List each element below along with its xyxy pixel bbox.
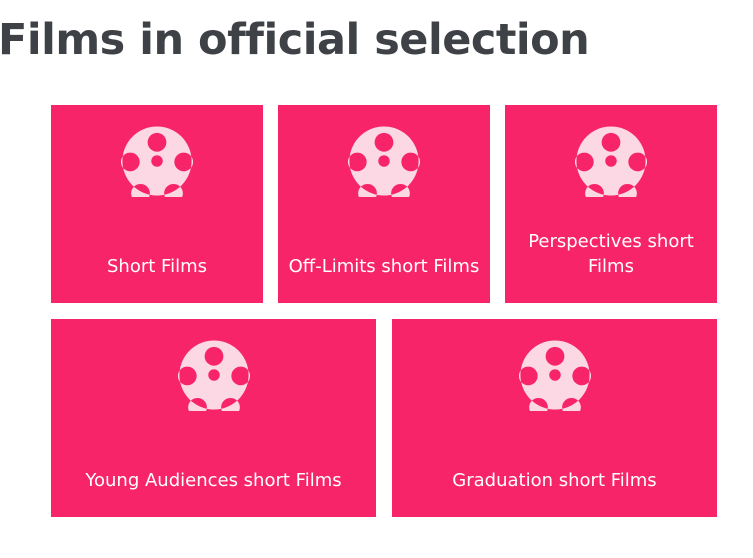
category-tile-young-audiences[interactable]: Young Audiences short Films [51,319,376,517]
film-reel-icon [575,125,647,197]
category-label: Short Films [107,256,207,277]
category-tile-short-films[interactable]: Short Films [51,105,263,303]
category-label: Graduation short Films [452,470,657,491]
category-tile-off-limits[interactable]: Off-Limits short Films [278,105,490,303]
category-tile-perspectives[interactable]: Perspectives short Films [505,105,717,303]
category-label: Perspectives short Films [528,231,694,277]
film-reel-icon [519,339,591,411]
film-reel-icon [121,125,193,197]
film-reel-icon [178,339,250,411]
category-label: Off-Limits short Films [288,256,480,277]
category-tile-graduation[interactable]: Graduation short Films [392,319,717,517]
page-title: Films in official selection [0,15,590,65]
category-label: Young Audiences short Films [85,470,342,491]
film-reel-icon [348,125,420,197]
